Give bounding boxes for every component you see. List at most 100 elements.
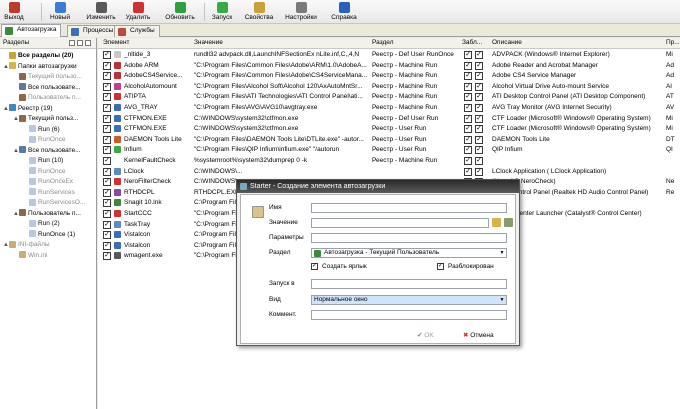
tree-item[interactable]: RunServicesO... (23, 198, 85, 208)
browse-folder-icon[interactable] (504, 218, 513, 227)
params-field[interactable] (311, 233, 507, 243)
enabled-checkbox[interactable]: ✓ (103, 72, 111, 81)
name-field[interactable] (311, 203, 507, 213)
blocked-checkbox-2[interactable]: ✓ (475, 104, 483, 112)
table-row[interactable]: ✓ AlcoholAutomount "C:\Program Files\Alcoh… (98, 82, 680, 92)
table-row[interactable]: ✓ Infium "C:\Program Files\QIP Infium\infi… (98, 145, 680, 155)
enabled-checkbox[interactable]: ✓ (103, 51, 111, 59)
blocked-checkbox[interactable]: ✓ (464, 93, 472, 102)
ok-button[interactable]: ✔ OK (417, 331, 434, 339)
tab-processes[interactable]: Процессы (67, 25, 119, 37)
enabled-checkbox[interactable]: ✓ (103, 188, 111, 197)
enabled-checkbox[interactable]: ✓ (103, 104, 111, 112)
new-button[interactable]: Новый (48, 1, 72, 23)
tree-item[interactable]: ▲ Реестр (19) (3, 104, 53, 114)
blocked-checkbox[interactable]: ✓ (464, 72, 472, 81)
blocked-checkbox-2[interactable]: ✓ (475, 61, 483, 70)
delete-button[interactable]: Удалить (124, 1, 152, 23)
tree-item[interactable]: Все разделы (20) (3, 51, 73, 61)
blocked-checkbox-2[interactable]: ✓ (475, 93, 483, 102)
tree-item[interactable]: ▲ Все пользовате... (13, 146, 81, 156)
column-header-section[interactable]: Раздел (372, 39, 393, 46)
browse-file-icon[interactable] (492, 218, 501, 227)
tree-item[interactable]: Пользователь п... (13, 93, 81, 103)
column-header-value[interactable]: Значение (194, 39, 223, 46)
view-select[interactable]: Нормальное окно ▼ (311, 295, 507, 305)
properties-button[interactable]: Свойства (242, 1, 276, 23)
blocked-checkbox[interactable]: ✓ (464, 167, 472, 176)
blocked-checkbox-2[interactable]: ✓ (475, 135, 483, 144)
column-header-item[interactable]: Элемент (103, 39, 130, 46)
table-row[interactable]: ✓ CTFMON.EXE C:\WINDOWS\system32\ctfmon.ex… (98, 124, 680, 134)
blocked-checkbox-2[interactable]: ✓ (475, 125, 483, 134)
column-header-publisher[interactable]: Пр... (666, 39, 680, 46)
blocked-checkbox[interactable]: ✓ (464, 135, 472, 144)
column-header-description[interactable]: Описание (492, 39, 522, 46)
tree-item[interactable]: RunOnce (1) (23, 230, 75, 240)
blocked-checkbox[interactable]: ✓ (464, 61, 472, 70)
tree-item[interactable]: Run (10) (23, 156, 63, 166)
blocked-checkbox[interactable]: ✓ (464, 82, 472, 91)
tab-autorun[interactable]: Автозагрузка (1, 24, 62, 37)
edit-button[interactable]: Изменить (86, 1, 116, 23)
tree-item[interactable]: ▲ Папки автозагрузки (3, 62, 77, 72)
tree-item[interactable]: RunOnceEx (23, 177, 73, 187)
column-header-blocked[interactable]: Забл... (462, 39, 482, 46)
enabled-checkbox[interactable]: ✓ (103, 241, 111, 250)
enabled-checkbox[interactable]: ✓ (103, 82, 111, 91)
tree-item[interactable]: ▲ Текущий польз... (13, 114, 78, 124)
enabled-checkbox[interactable]: ✓ (103, 167, 111, 176)
blocked-checkbox-2[interactable]: ✓ (475, 114, 483, 123)
table-row[interactable]: ✓ KernelFaultCheck %systemroot%\system32\d… (98, 156, 680, 166)
blocked-checkbox-2[interactable]: ✓ (475, 167, 483, 176)
comment-field[interactable] (311, 310, 507, 320)
cancel-button[interactable]: ✖ Отмена (463, 331, 494, 339)
exit-button[interactable]: Выход (2, 1, 26, 23)
blocked-checkbox[interactable]: ✓ (464, 157, 472, 165)
collapse-all-icon[interactable] (77, 40, 83, 46)
section-select[interactable]: Автозагрузка - Текущий Пользователь ▼ (311, 248, 507, 258)
close-panel-icon[interactable] (85, 40, 91, 46)
tree-item[interactable]: Run (2) (23, 219, 60, 229)
tree-item[interactable]: Win.ini (13, 251, 48, 261)
table-row[interactable]: ✓ ATIPTA "C:\Program Files\ATI Technologie… (98, 92, 680, 102)
enabled-checkbox[interactable]: ✓ (103, 220, 111, 229)
blocked-checkbox-2[interactable]: ✓ (475, 82, 483, 91)
enabled-checkbox[interactable]: ✓ (103, 146, 111, 155)
table-row[interactable]: ✓ AdobeCS4Service... "C:\Program Files\Com… (98, 71, 680, 81)
expand-all-icon[interactable] (69, 40, 75, 46)
value-field[interactable] (311, 218, 489, 228)
create-shortcut-checkbox[interactable]: ✓ (311, 263, 318, 270)
settings-button[interactable]: Настройки (283, 1, 319, 23)
tree-item[interactable]: Run (6) (23, 125, 60, 135)
table-row[interactable]: ✓ DAEMON Tools Lite "C:\Program Files\DAEM… (98, 135, 680, 145)
table-row[interactable]: ✓ Adobe ARM "C:\Program Files\Common Files… (98, 61, 680, 71)
table-row[interactable]: ✓ AVG_TRAY "C:\Program Files\AVG\AVG10\avg… (98, 103, 680, 113)
refresh-button[interactable]: Обновить (163, 1, 197, 23)
blocked-checkbox[interactable]: ✓ (464, 51, 472, 59)
blocked-checkbox[interactable]: ✓ (464, 114, 472, 123)
table-row[interactable]: ✓ CTFMON.EXE C:\WINDOWS\system32\ctfmon.ex… (98, 114, 680, 124)
help-button[interactable]: Справка (330, 1, 358, 23)
enabled-checkbox[interactable]: ✓ (103, 114, 111, 123)
blocked-checkbox-2[interactable]: ✓ (475, 51, 483, 59)
enabled-checkbox[interactable]: ✓ (103, 93, 111, 102)
tree-item[interactable]: RunServices (23, 188, 75, 198)
enabled-checkbox[interactable]: ✓ (103, 178, 111, 187)
tree-item[interactable]: RunOnce (23, 135, 65, 145)
table-row[interactable]: ✓ _nltide_3 rundll32 advpack.dll,LaunchINF… (98, 50, 680, 60)
enabled-checkbox[interactable]: ✓ (103, 157, 111, 165)
table-row[interactable]: ✓ LClock C:\WINDOWS\... ✓ ✓ LClock Applicatio… (98, 167, 680, 177)
tree-item[interactable]: ▲ INI-файлы (3, 240, 50, 250)
enabled-checkbox[interactable]: ✓ (103, 135, 111, 144)
blocked-checkbox[interactable]: ✓ (464, 146, 472, 155)
enabled-checkbox[interactable]: ✓ (103, 125, 111, 134)
enabled-checkbox[interactable]: ✓ (103, 199, 111, 208)
blocked-checkbox-2[interactable]: ✓ (475, 157, 483, 165)
enabled-checkbox[interactable]: ✓ (103, 61, 111, 70)
blocked-checkbox[interactable]: ✓ (464, 125, 472, 134)
tree-item[interactable]: RunOnce (23, 167, 65, 177)
enabled-checkbox[interactable]: ✓ (103, 252, 111, 261)
run-button[interactable]: Запуск (208, 1, 236, 23)
tab-services[interactable]: Службы (114, 25, 160, 37)
